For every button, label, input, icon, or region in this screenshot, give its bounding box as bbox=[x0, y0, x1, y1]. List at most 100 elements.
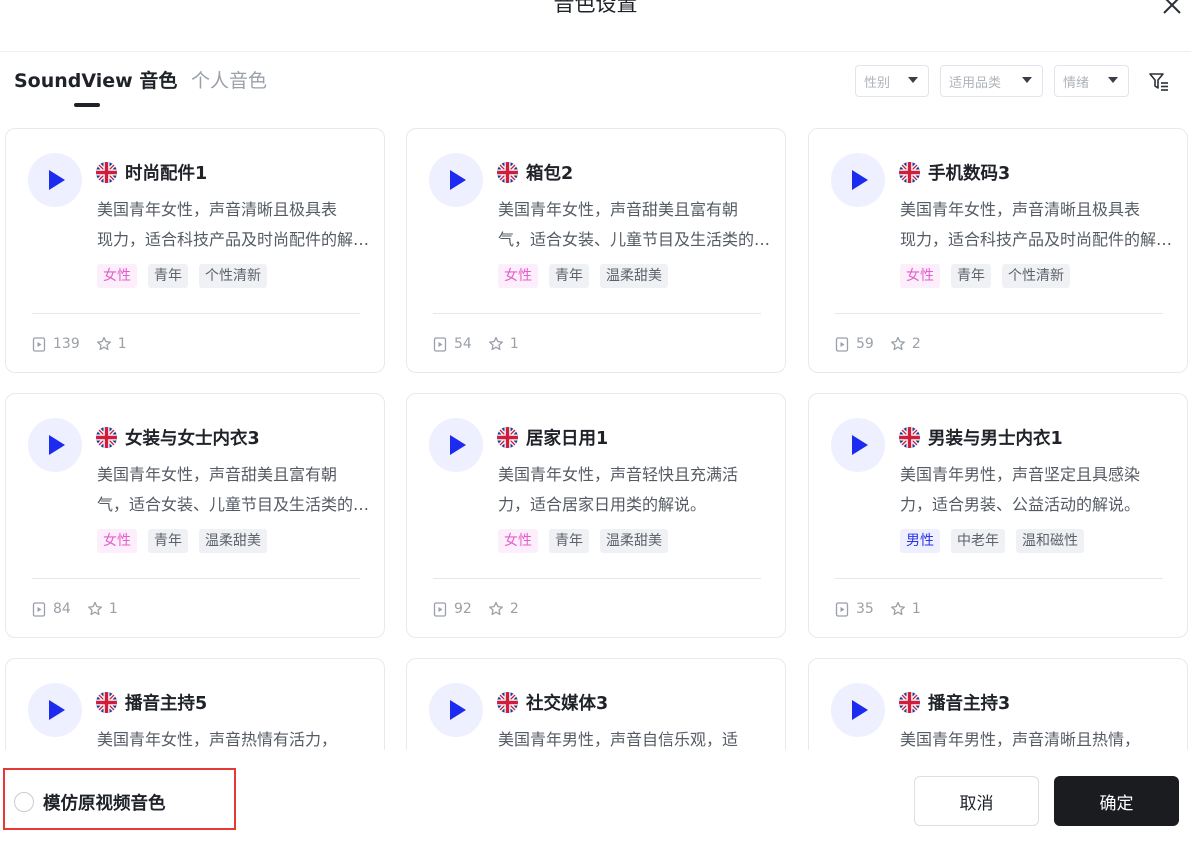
favorite-count: 1 bbox=[509, 336, 519, 352]
voice-description: 美国青年女性，声音清晰且极具表 现力，适合科技产品及时尚配件的解说。 bbox=[97, 195, 379, 255]
play-button[interactable] bbox=[831, 418, 885, 472]
star-icon[interactable] bbox=[890, 601, 912, 617]
voice-stats: 54 1 bbox=[433, 335, 519, 353]
play-count: 84 bbox=[53, 601, 71, 617]
star-icon[interactable] bbox=[96, 336, 118, 352]
voice-tag: 温和磁性 bbox=[1016, 529, 1084, 553]
card-divider bbox=[835, 313, 1163, 314]
star-icon[interactable] bbox=[488, 601, 510, 617]
uk-flag-icon bbox=[497, 427, 518, 448]
caret-down-icon bbox=[1108, 77, 1118, 83]
play-count-icon bbox=[32, 601, 53, 617]
voice-tag: 温柔甜美 bbox=[600, 264, 668, 288]
voice-description: 美国青年女性，声音清晰且极具表 现力，适合科技产品及时尚配件的解说。 bbox=[900, 195, 1182, 255]
category-filter-label: 适用品类 bbox=[949, 75, 1002, 91]
voice-tag: 中老年 bbox=[951, 529, 1005, 553]
voice-card[interactable]: 播音主持3 美国青年男性，声音清晰且热情， bbox=[808, 658, 1188, 750]
uk-flag-icon bbox=[899, 427, 920, 448]
play-count: 92 bbox=[454, 601, 472, 617]
voice-description: 美国青年女性，声音甜美且富有朝 气，适合女装、儿童节目及生活类的解说。 bbox=[97, 460, 379, 520]
play-button[interactable] bbox=[28, 683, 82, 737]
voice-description-line: 美国青年女性，声音甜美且富有朝 bbox=[97, 465, 338, 484]
voice-tag: 青年 bbox=[549, 264, 589, 288]
voice-name: 箱包2 bbox=[526, 164, 574, 184]
emotion-filter[interactable]: 情绪 bbox=[1054, 65, 1129, 97]
voice-tag: 男性 bbox=[900, 529, 940, 553]
play-button[interactable] bbox=[28, 153, 82, 207]
play-button[interactable] bbox=[831, 683, 885, 737]
dialog-title: 音色设置 bbox=[553, 0, 638, 16]
play-count-icon bbox=[433, 336, 454, 352]
voice-card[interactable]: 女装与女士内衣3 美国青年女性，声音甜美且富有朝 气，适合女装、儿童节目及生活类的解… bbox=[5, 393, 385, 638]
voice-card[interactable]: 播音主持5 美国青年女性，声音热情有活力， bbox=[5, 658, 385, 750]
voice-tag: 女性 bbox=[97, 529, 137, 553]
filter-clear-button[interactable] bbox=[1148, 71, 1170, 93]
voice-card[interactable]: 男装与男士内衣1 美国青年男性，声音坚定且具感染 力，适合男装、公益活动的解说。 男性… bbox=[808, 393, 1188, 638]
voice-card[interactable]: 时尚配件1 美国青年女性，声音清晰且极具表 现力，适合科技产品及时尚配件的解说。 女性… bbox=[5, 128, 385, 373]
card-divider bbox=[32, 578, 360, 579]
voice-description: 美国青年男性，声音清晰且热情， bbox=[900, 725, 1182, 750]
filter-clear-icon bbox=[1149, 73, 1168, 91]
voice-stats: 59 2 bbox=[835, 335, 921, 353]
favorite-count: 1 bbox=[911, 601, 921, 617]
gender-filter-label: 性别 bbox=[864, 75, 891, 91]
play-count-icon bbox=[32, 336, 53, 352]
tab-soundview[interactable]: SoundView 音色 bbox=[14, 66, 177, 93]
imitate-radio[interactable] bbox=[14, 792, 34, 812]
voice-stats: 35 1 bbox=[835, 600, 921, 618]
star-icon[interactable] bbox=[488, 336, 510, 352]
voice-description-line: 美国青年男性，声音坚定且具感染 bbox=[900, 465, 1141, 484]
voice-tag: 青年 bbox=[549, 529, 589, 553]
uk-flag-icon bbox=[96, 162, 117, 183]
imitate-label[interactable]: 模仿原视频音色 bbox=[43, 790, 166, 815]
voice-card[interactable]: 手机数码3 美国青年女性，声音清晰且极具表 现力，适合科技产品及时尚配件的解说。 女性… bbox=[808, 128, 1188, 373]
play-count-icon bbox=[433, 601, 454, 617]
voice-description-line: 美国青年男性，声音自信乐观，适 bbox=[498, 730, 739, 749]
voice-tag: 青年 bbox=[148, 529, 188, 553]
voice-description-line: 美国青年女性，声音轻快且充满活 bbox=[498, 465, 739, 484]
uk-flag-icon bbox=[96, 692, 117, 713]
tab-personal[interactable]: 个人音色 bbox=[191, 66, 267, 93]
play-button[interactable] bbox=[429, 418, 483, 472]
voice-name: 居家日用1 bbox=[526, 429, 609, 449]
star-icon[interactable] bbox=[890, 336, 912, 352]
favorite-count: 1 bbox=[117, 336, 127, 352]
gender-filter[interactable]: 性别 bbox=[855, 65, 929, 97]
play-button[interactable] bbox=[429, 683, 483, 737]
voice-description: 美国青年女性，声音甜美且富有朝 气，适合女装、儿童节目及生活类的解说。 bbox=[498, 195, 780, 255]
voice-tag: 女性 bbox=[900, 264, 940, 288]
play-count: 54 bbox=[454, 336, 472, 352]
voice-tags: 女性 青年 温柔甜美 bbox=[498, 264, 668, 288]
favorite-count: 2 bbox=[911, 336, 921, 352]
close-button[interactable] bbox=[1159, 0, 1185, 18]
uk-flag-icon bbox=[497, 162, 518, 183]
confirm-button[interactable]: 确定 bbox=[1054, 776, 1179, 826]
uk-flag-icon bbox=[96, 427, 117, 448]
play-count-icon bbox=[835, 336, 856, 352]
voice-stats: 92 2 bbox=[433, 600, 519, 618]
voice-tag: 青年 bbox=[951, 264, 991, 288]
category-filter[interactable]: 适用品类 bbox=[940, 65, 1043, 97]
voice-name: 时尚配件1 bbox=[125, 164, 208, 184]
close-icon bbox=[1163, 0, 1181, 14]
play-button[interactable] bbox=[831, 153, 885, 207]
play-button[interactable] bbox=[429, 153, 483, 207]
voice-tags: 女性 青年 温柔甜美 bbox=[498, 529, 668, 553]
voice-description-line: 现力，适合科技产品及时尚配件的解说。 bbox=[900, 230, 1182, 249]
emotion-filter-label: 情绪 bbox=[1063, 75, 1090, 91]
voice-card[interactable]: 居家日用1 美国青年女性，声音轻快且充满活 力，适合居家日用类的解说。女性 青年 温柔甜… bbox=[406, 393, 786, 638]
star-icon[interactable] bbox=[87, 601, 109, 617]
uk-flag-icon bbox=[497, 692, 518, 713]
voice-card[interactable]: 箱包2 美国青年女性，声音甜美且富有朝 气，适合女装、儿童节目及生活类的解说。女性青… bbox=[406, 128, 786, 373]
voice-stats: 84 1 bbox=[32, 600, 118, 618]
voice-card[interactable]: 社交媒体3 美国青年男性，声音自信乐观，适 bbox=[406, 658, 786, 750]
voice-grid: 时尚配件1 美国青年女性，声音清晰且极具表 现力，适合科技产品及时尚配件的解说。女性… bbox=[0, 122, 1191, 750]
voice-description: 美国青年女性，声音轻快且充满活 力，适合居家日用类的解说。 bbox=[498, 460, 780, 520]
voice-name: 播音主持5 bbox=[125, 694, 208, 714]
voice-tags: 女性 青年 个性清新 bbox=[900, 264, 1070, 288]
cancel-button[interactable]: 取消 bbox=[914, 776, 1039, 826]
play-button[interactable] bbox=[28, 418, 82, 472]
voice-description-line: 力，适合男装、公益活动的解说。 bbox=[900, 495, 1141, 514]
voice-description-line: 气，适合女装、儿童节目及生活类的解说。 bbox=[498, 230, 780, 249]
voice-tag: 个性清新 bbox=[199, 264, 267, 288]
